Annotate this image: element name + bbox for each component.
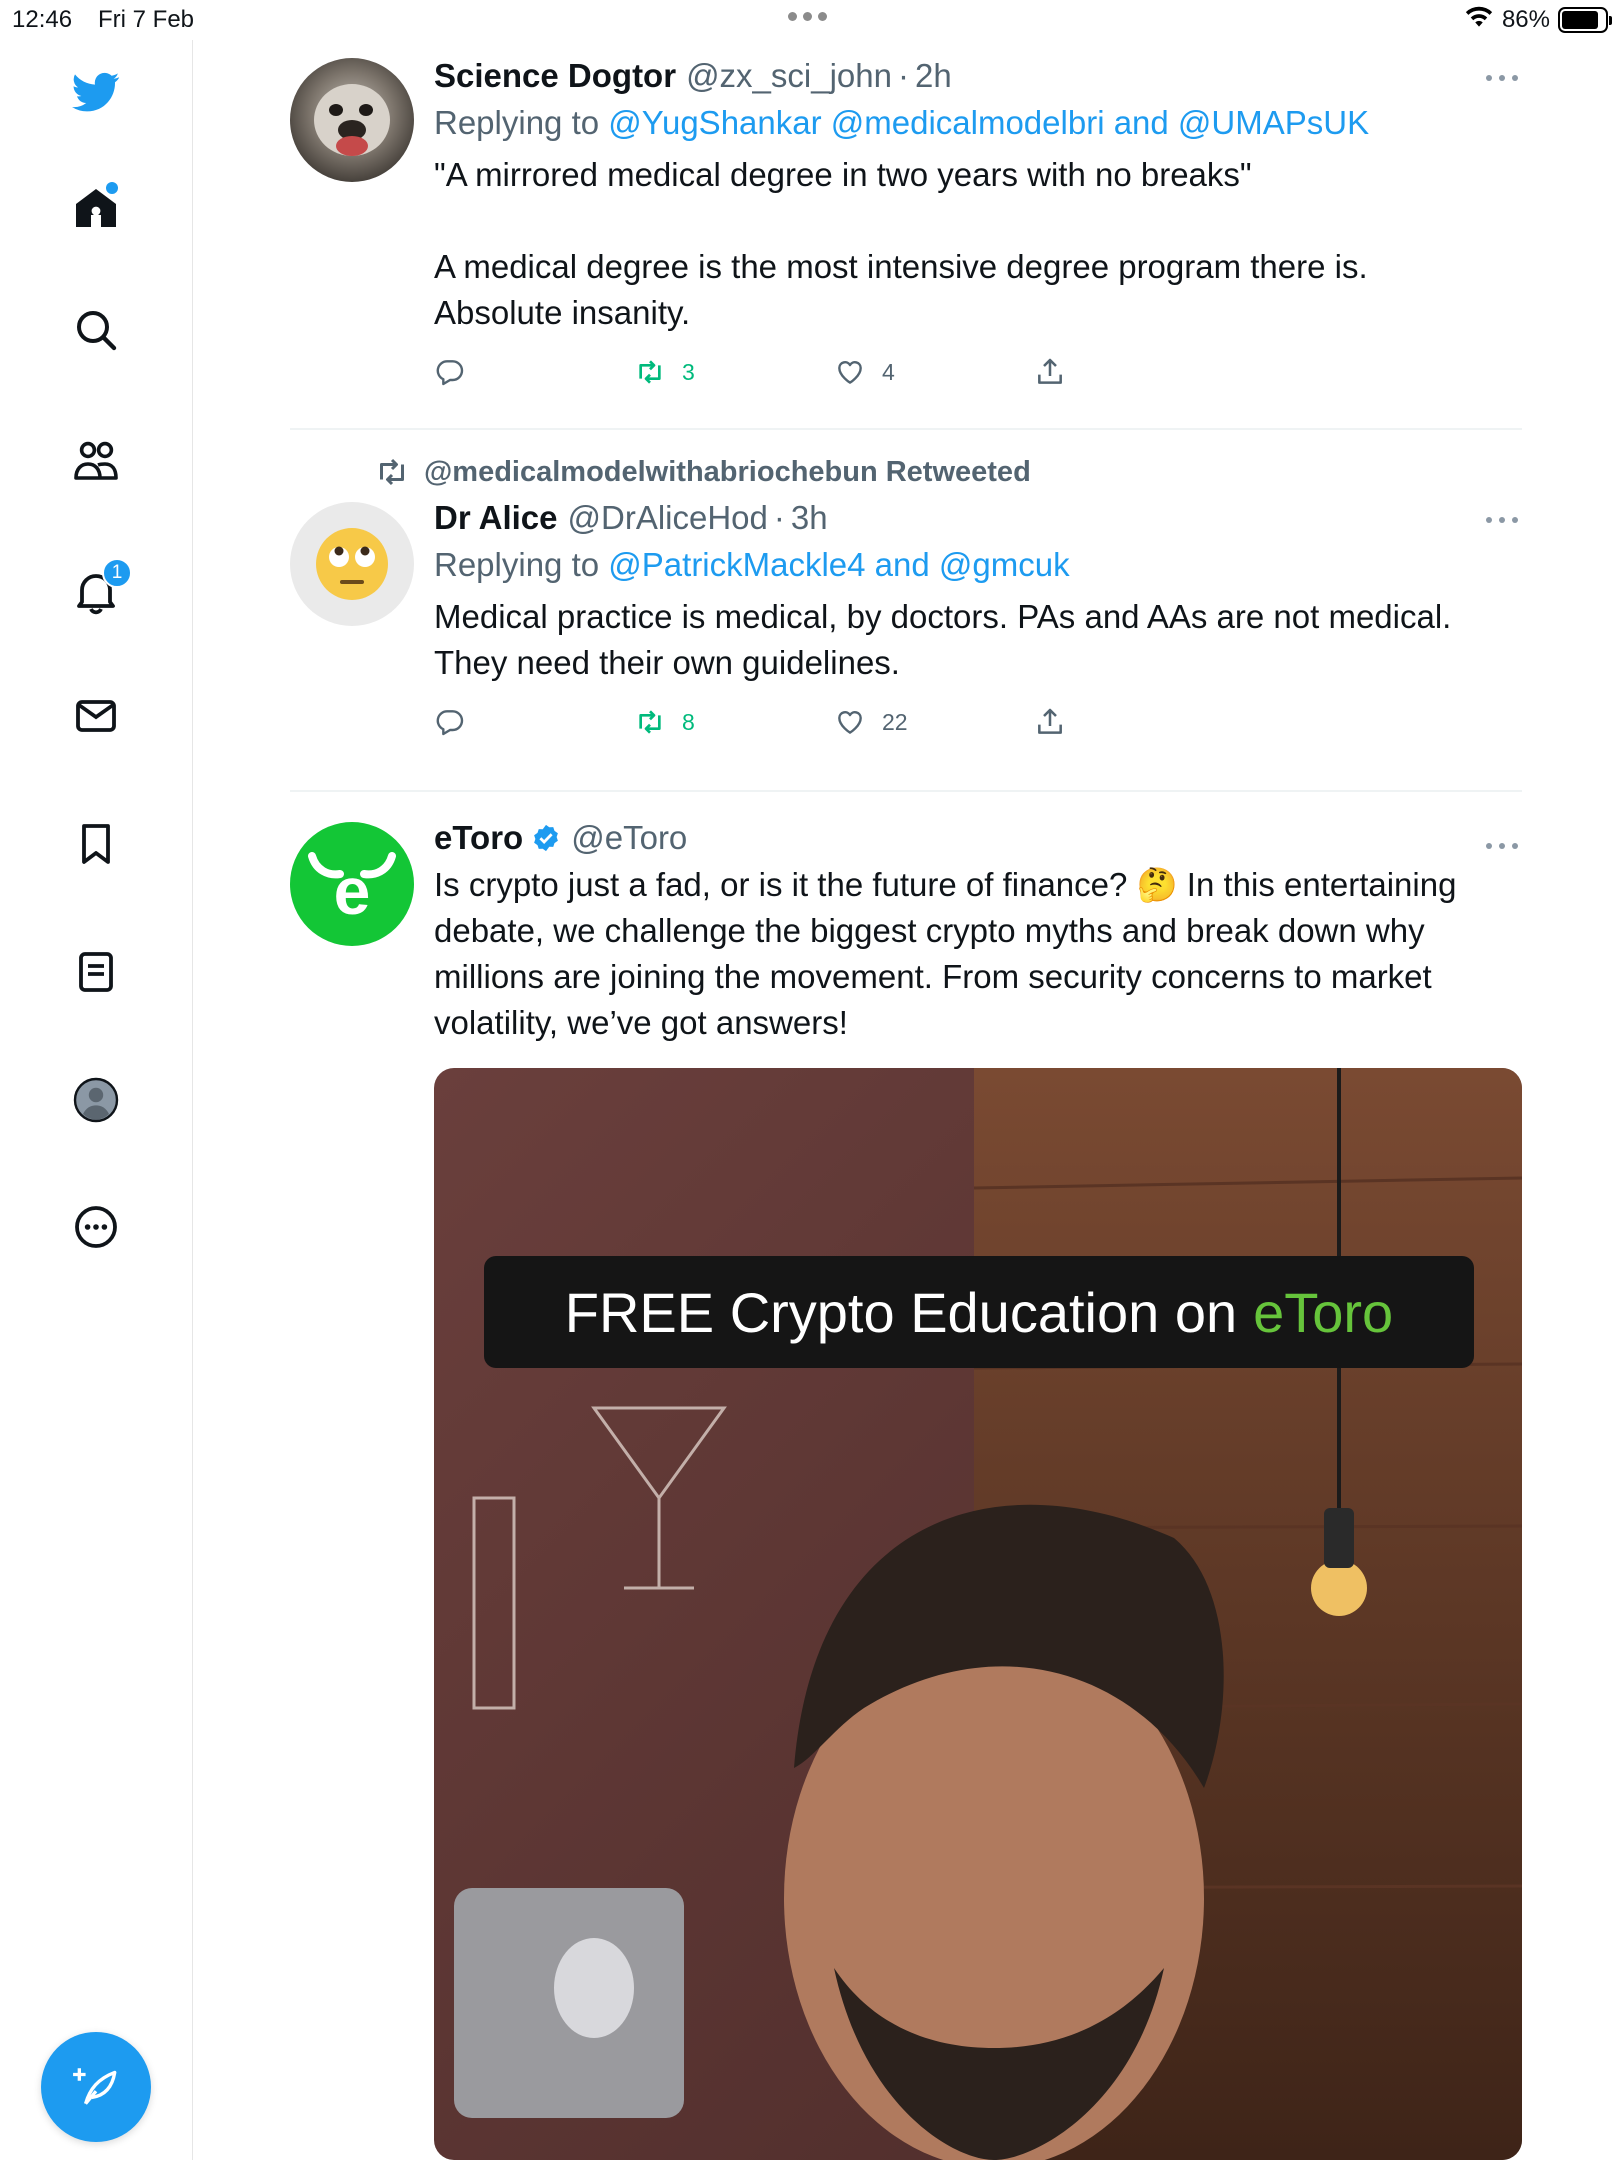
sidebar: 1 [0, 40, 193, 2160]
notifications-icon[interactable]: 1 [66, 558, 132, 622]
reply-mentions[interactable]: @PatrickMackle4 and @gmcuk [608, 546, 1069, 583]
tweet-text-line: "A mirrored medical degree in two years … [434, 156, 1252, 193]
retweet-icon [639, 360, 661, 384]
like-count: 22 [882, 708, 908, 735]
tweet-author-handle[interactable]: @DrAliceHod [568, 496, 768, 540]
compose-tweet-button[interactable] [41, 2032, 151, 2142]
tweet-timestamp[interactable]: 3h [791, 496, 828, 540]
retweet-icon [639, 710, 661, 734]
replying-to-label: Replying to [434, 546, 600, 583]
tweet-author-name[interactable]: Dr Alice [434, 496, 558, 540]
video-frame-image [434, 1068, 1522, 2160]
video-caption-brand: eToro [1253, 1280, 1394, 1344]
notifications-badge: 1 [102, 558, 132, 588]
home-new-dot [106, 182, 118, 194]
reply-button[interactable] [434, 356, 466, 388]
reply-button[interactable] [434, 706, 466, 738]
lists-icon[interactable] [66, 942, 126, 1002]
home-icon[interactable] [66, 178, 126, 238]
tweet-text-line: Absolute insanity. [434, 294, 691, 331]
status-bar: 12:46 Fri 7 Feb 86% [0, 0, 1620, 40]
wifi-icon [1464, 4, 1494, 35]
communities-icon[interactable] [66, 430, 126, 490]
tweet-timestamp[interactable]: 2h [915, 54, 952, 98]
battery-icon [1558, 6, 1612, 33]
replying-to: Replying to @YugShankar @medicalmodelbri… [434, 98, 1522, 148]
messages-icon[interactable] [66, 686, 126, 746]
status-time: 12:46 [12, 6, 73, 33]
tweet-actions: 3 4 [434, 356, 1522, 416]
tweet-author-handle[interactable]: @zx_sci_john [686, 54, 892, 98]
retweet-button[interactable]: 8 [634, 706, 695, 738]
tweet[interactable]: @medicalmodelwithabriochebun Retweeted D… [290, 430, 1522, 792]
tweet-text-line: debate, we challenge the biggest crypto … [434, 912, 1425, 949]
separator: · [773, 499, 785, 536]
rolling-eyes-emoji-icon [316, 528, 388, 600]
avatar[interactable]: e [290, 822, 414, 946]
tweet[interactable]: e eToro @eToro Is crypto just a fad, or … [290, 792, 1522, 2160]
battery-percent: 86% [1501, 5, 1550, 33]
tweet-text: Medical practice is medical, by doctors.… [434, 594, 1522, 686]
search-icon[interactable] [66, 300, 126, 360]
tweet-more-button[interactable] [1482, 836, 1522, 856]
like-button[interactable]: 4 [834, 356, 895, 388]
tweet-video[interactable]: FREE Crypto Education on eToro [434, 1068, 1522, 2160]
tweet-text-line: Medical practice is medical, by doctors.… [434, 598, 1452, 635]
tweet-text: Is crypto just a fad, or is it the futur… [434, 862, 1522, 1046]
tweet-text: "A mirrored medical degree in two years … [434, 152, 1522, 336]
svg-text:e: e [334, 854, 371, 928]
multitasking-handle[interactable] [788, 12, 827, 21]
share-button[interactable] [1034, 356, 1066, 388]
bookmarks-icon[interactable] [66, 814, 126, 874]
like-button[interactable]: 22 [834, 706, 908, 738]
avatar[interactable] [290, 502, 414, 626]
tweet-author-handle[interactable]: @eToro [571, 816, 687, 860]
video-caption-text: FREE Crypto Education on [564, 1280, 1238, 1344]
status-date: Fri 7 Feb [98, 6, 195, 33]
tweet-author-name[interactable]: eToro [434, 816, 523, 860]
tweet-text-line: millions are joining the movement. From … [434, 958, 1432, 995]
retweet-count: 8 [682, 708, 695, 735]
share-button[interactable] [1034, 706, 1066, 738]
heart-icon [838, 711, 862, 734]
verified-badge-icon [531, 823, 561, 853]
compose-tweet-icon [73, 2068, 117, 2105]
twitter-logo-icon[interactable] [66, 62, 126, 122]
tweet[interactable]: Science Dogtor @zx_sci_john · 2h Replyin… [290, 40, 1522, 430]
avatar[interactable] [290, 58, 414, 182]
tweet-author-name[interactable]: Science Dogtor [434, 54, 676, 98]
tweet-actions: 8 22 [434, 706, 1522, 766]
reply-icon [436, 360, 464, 386]
replying-to: Replying to @PatrickMackle4 and @gmcuk [434, 540, 1522, 590]
video-caption: FREE Crypto Education on eToro [484, 1256, 1474, 1368]
etoro-logo-icon: e [308, 852, 396, 928]
like-count: 4 [882, 358, 895, 385]
tweet-text-line: They need their own guidelines. [434, 644, 900, 681]
heart-icon [838, 361, 862, 384]
replying-to-label: Replying to [434, 104, 600, 141]
more-icon[interactable] [66, 1197, 126, 1257]
share-icon [1038, 708, 1062, 734]
reply-icon [436, 710, 464, 736]
tweet-text-line: A medical degree is the most intensive d… [434, 248, 1368, 285]
tweet-text-line: volatility, we’ve got answers! [434, 1004, 848, 1041]
share-icon [1038, 358, 1062, 384]
retweet-count: 3 [682, 358, 695, 385]
reply-mentions[interactable]: @YugShankar @medicalmodelbri and @UMAPsU… [608, 104, 1369, 141]
separator: · [898, 57, 909, 94]
tweet-more-button[interactable] [1482, 68, 1522, 88]
tweet-text-line: Is crypto just a fad, or is it the futur… [434, 866, 1457, 903]
profile-icon[interactable] [66, 1070, 126, 1130]
retweet-button[interactable]: 3 [634, 356, 695, 388]
retweet-icon [380, 458, 404, 486]
tweet-more-button[interactable] [1482, 510, 1522, 530]
retweeted-by[interactable]: @medicalmodelwithabriochebun Retweeted [374, 454, 1522, 490]
retweeted-label: @medicalmodelwithabriochebun Retweeted [424, 455, 1031, 488]
timeline: Science Dogtor @zx_sci_john · 2h Replyin… [290, 40, 1522, 2160]
